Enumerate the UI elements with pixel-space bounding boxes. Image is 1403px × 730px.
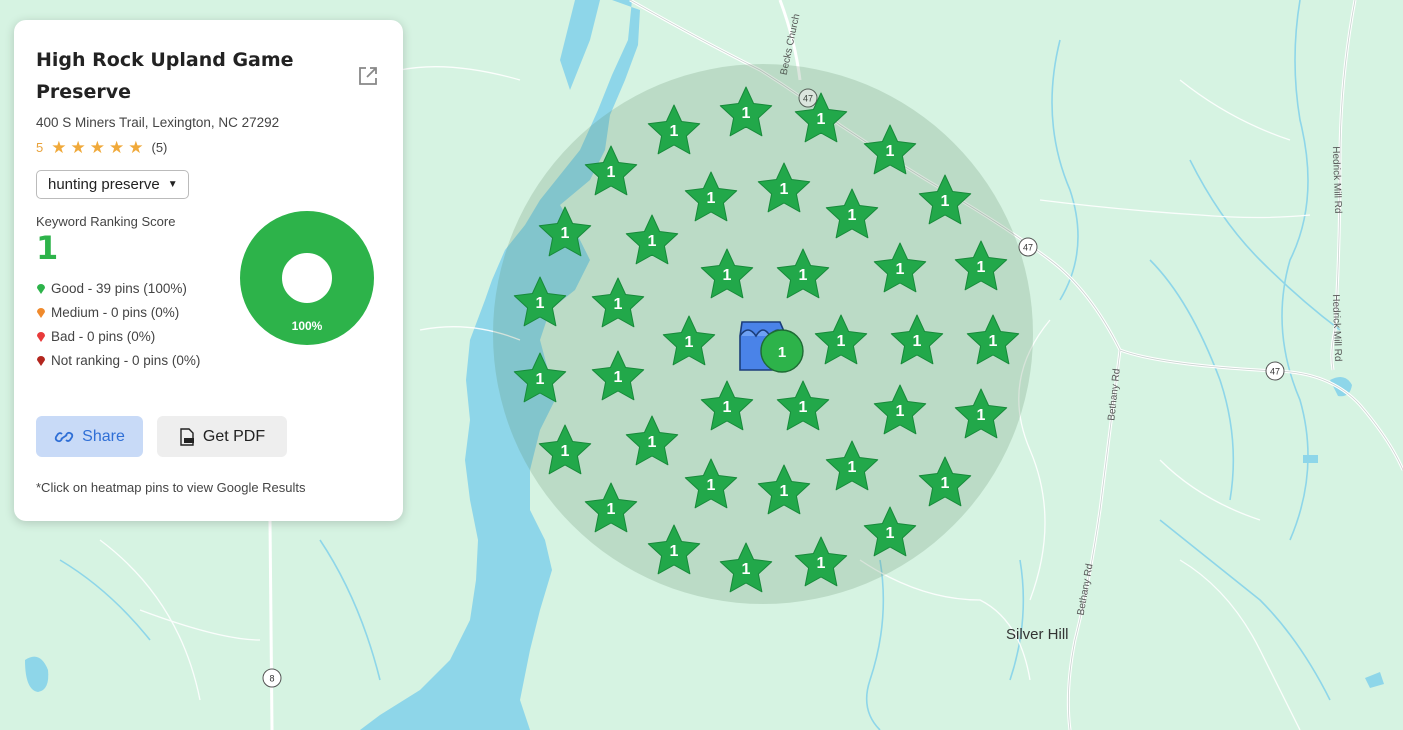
pdf-file-icon	[180, 427, 194, 446]
pin-rank-label: 1	[896, 403, 905, 420]
pin-rank-label: 1	[817, 555, 826, 572]
legend-label: Not ranking	[51, 352, 121, 368]
pin-rank-label: 1	[707, 190, 716, 207]
pin-rank-label: 1	[723, 399, 732, 416]
keyword-dropdown[interactable]: hunting preserve ▼	[36, 170, 189, 199]
open-external-button[interactable]	[357, 65, 379, 87]
external-link-icon	[359, 67, 377, 85]
heatmap-footnote: *Click on heatmap pins to view Google Re…	[36, 480, 306, 495]
pin-rank-label: 1	[989, 333, 998, 350]
pin-rank-label: 1	[780, 181, 789, 198]
pin-rank-label: 1	[848, 207, 857, 224]
pin-rank-label: 1	[723, 267, 732, 284]
legend-detail: - 0 pins (0%)	[75, 328, 156, 344]
pin-rank-label: 1	[848, 459, 857, 476]
pin-rank-label: 1	[977, 259, 986, 276]
legend-label: Medium	[51, 304, 100, 320]
star-icon: ★	[89, 138, 105, 157]
legend-label: Bad	[51, 328, 76, 344]
legend-item-not-ranking: Not ranking - 0 pins (0%)	[36, 348, 381, 372]
pin-rank-label: 1	[707, 477, 716, 494]
star-icon: ★	[70, 138, 86, 157]
road-label: Hedrick Mill Rd	[1330, 294, 1343, 362]
pin-rank-label: 1	[670, 543, 679, 560]
route-shield-label: 8	[269, 674, 274, 684]
pin-rank-label: 1	[886, 525, 895, 542]
star-icon: ★	[51, 138, 67, 157]
pin-rank-label: 1	[561, 443, 570, 460]
pin-rank-label: 1	[648, 434, 657, 451]
pin-rank-label: 1	[837, 333, 846, 350]
legend-detail: - 0 pins (0%)	[120, 352, 201, 368]
pin-rank-label: 1	[817, 111, 826, 128]
keyword-selected: hunting preserve	[48, 176, 160, 193]
review-count: (5)	[151, 140, 168, 155]
donut-percent-label: 100%	[292, 319, 323, 333]
pin-rank-label: 1	[941, 193, 950, 210]
share-label: Share	[82, 427, 125, 445]
share-button[interactable]: Share	[36, 416, 143, 457]
pin-rank-label: 1	[742, 561, 751, 578]
route-shield-label: 47	[1270, 367, 1280, 377]
pin-rank-label: 1	[799, 399, 808, 416]
pin-rank-label: 1	[977, 407, 986, 424]
pin-rank-label: 1	[913, 333, 922, 350]
pin-rank-label: 1	[614, 369, 623, 386]
route-shield: 47	[1265, 361, 1285, 381]
legend-label: Good	[51, 280, 85, 296]
donut-good-segment	[240, 211, 374, 345]
pin-rank-label: 1	[886, 143, 895, 160]
map-pin-icon	[37, 356, 45, 366]
pdf-label: Get PDF	[202, 427, 266, 445]
map-pin-icon	[37, 332, 45, 342]
rating-stars: ★ ★ ★ ★ ★	[49, 139, 145, 156]
business-name: High Rock Upland Game Preserve	[36, 49, 294, 103]
get-pdf-button[interactable]: Get PDF	[157, 416, 287, 457]
legend-detail: - 0 pins (0%)	[99, 304, 180, 320]
pin-rank-label: 1	[561, 225, 570, 242]
business-panel: High Rock Upland Game Preserve 400 S Min…	[14, 20, 403, 521]
business-address: 400 S Miners Trail, Lexington, NC 27292	[36, 115, 280, 130]
rating-value: 5	[36, 140, 44, 155]
pin-rank-label: 1	[941, 475, 950, 492]
legend-detail: - 39 pins (100%)	[84, 280, 187, 296]
star-icon: ★	[128, 138, 144, 157]
business-rank-label: 1	[778, 344, 786, 361]
pin-rank-label: 1	[607, 164, 616, 181]
star-icon: ★	[108, 138, 125, 157]
road-label: Hedrick Mill Rd	[1330, 146, 1343, 214]
pin-rank-label: 1	[536, 371, 545, 388]
pin-rank-label: 1	[780, 483, 789, 500]
action-buttons: Share Get PDF	[36, 416, 287, 457]
route-shield-label: 47	[1023, 243, 1033, 253]
rank-donut-chart: 100%	[240, 211, 374, 345]
pin-rank-label: 1	[648, 233, 657, 250]
pin-rank-label: 1	[607, 501, 616, 518]
chevron-down-icon: ▼	[167, 179, 178, 190]
pin-rank-label: 1	[685, 334, 694, 351]
map-place-label: Silver Hill	[1006, 626, 1069, 643]
pin-rank-label: 1	[742, 105, 751, 122]
route-shield: 8	[262, 668, 282, 688]
pin-rank-label: 1	[670, 123, 679, 140]
pond	[1303, 455, 1318, 463]
map-pin-icon	[37, 284, 45, 294]
route-shield: 47	[1018, 237, 1038, 257]
pin-rank-label: 1	[799, 267, 808, 284]
pin-rank-label: 1	[896, 261, 905, 278]
business-rating: 5 ★ ★ ★ ★ ★ (5)	[36, 139, 381, 156]
pin-rank-label: 1	[536, 295, 545, 312]
pin-rank-label: 1	[614, 296, 623, 313]
link-icon	[54, 431, 74, 442]
map-pin-icon	[37, 308, 45, 318]
